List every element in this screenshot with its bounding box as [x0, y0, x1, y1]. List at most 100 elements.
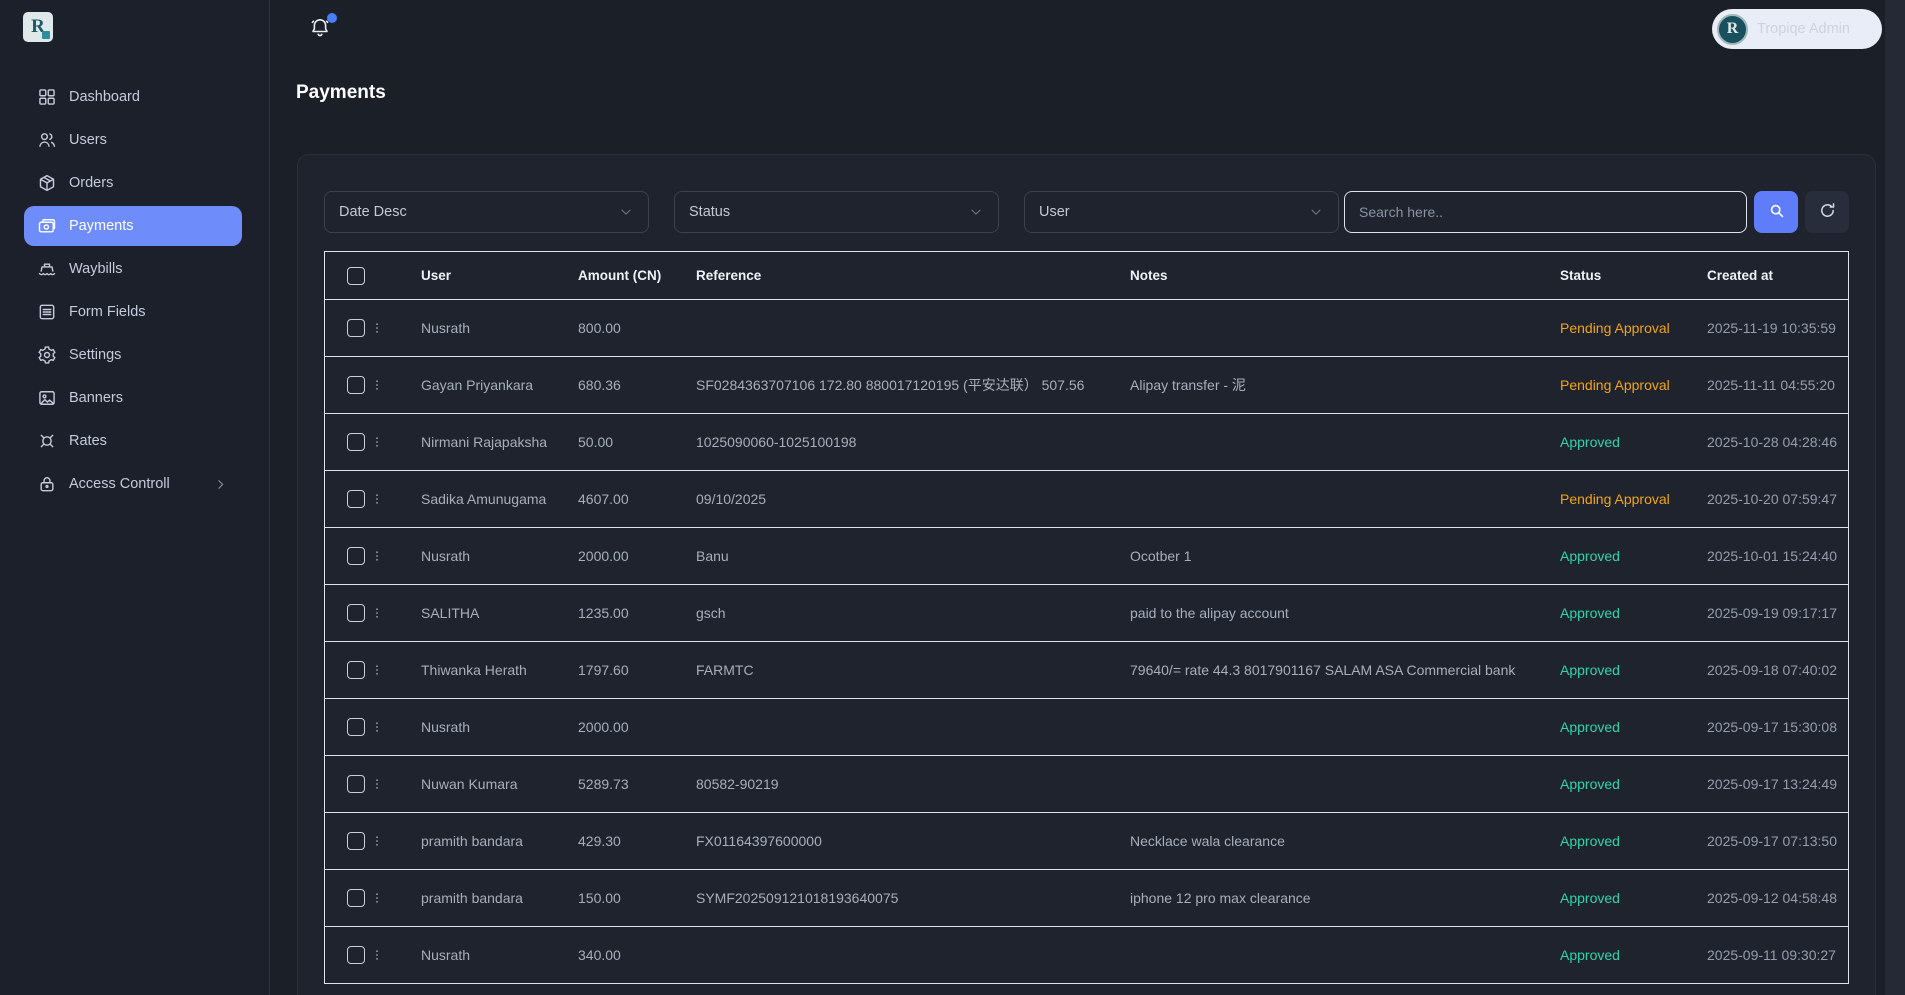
table-row: Nusrath 340.00 Approved 2025-09-11 09:30:27: [325, 927, 1848, 984]
row-menu-kebab-icon[interactable]: [370, 489, 384, 509]
cell-status: Pending Approval: [1560, 320, 1707, 336]
row-checkbox[interactable]: [347, 889, 365, 907]
form-icon: [37, 302, 57, 322]
row-menu-kebab-icon[interactable]: [370, 432, 384, 452]
row-checkbox[interactable]: [347, 319, 365, 337]
payments-table: User Amount (CN) Reference Notes Status Creat…: [324, 251, 1849, 984]
row-checkbox[interactable]: [347, 775, 365, 793]
row-menu-kebab-icon[interactable]: [370, 603, 384, 623]
scrollbar[interactable]: [1885, 0, 1905, 995]
chevron-down-icon: [968, 204, 984, 220]
row-menu-kebab-icon[interactable]: [370, 318, 384, 338]
cell-status: Approved: [1560, 605, 1707, 621]
row-checkbox[interactable]: [347, 661, 365, 679]
notifications-button[interactable]: [308, 13, 337, 44]
row-menu-kebab-icon[interactable]: [370, 375, 384, 395]
status-badge: Pending Approval: [1560, 491, 1670, 507]
user-select-value: User: [1039, 204, 1070, 220]
cell-notes: paid to the alipay account: [1130, 605, 1289, 621]
status-badge: Approved: [1560, 890, 1620, 906]
row-checkbox[interactable]: [347, 946, 365, 964]
row-menu-kebab-icon[interactable]: [370, 831, 384, 851]
row-checkbox[interactable]: [347, 547, 365, 565]
table-row: Nusrath 2000.00 Banu Ocotber 1 Approved 2025-…: [325, 528, 1848, 585]
page-title: Payments: [296, 82, 386, 103]
search-input[interactable]: [1344, 191, 1747, 233]
sidebar-item-dashboard[interactable]: Dashboard: [24, 77, 242, 117]
chevron-down-icon: [618, 204, 634, 220]
cell-status: Approved: [1560, 890, 1707, 906]
cell-status: Approved: [1560, 776, 1707, 792]
row-checkbox[interactable]: [347, 604, 365, 622]
row-select-cell: [325, 888, 421, 908]
sidebar-item-payments[interactable]: Payments: [24, 206, 242, 246]
status-badge: Approved: [1560, 662, 1620, 678]
cell-created-at: 2025-11-11 04:55:20: [1707, 377, 1835, 393]
row-checkbox[interactable]: [347, 832, 365, 850]
notification-badge: [327, 13, 337, 23]
admin-profile-button[interactable]: R Tropiqe Admin: [1712, 9, 1882, 49]
cell-created-at: 2025-09-17 07:13:50: [1707, 833, 1837, 849]
row-checkbox[interactable]: [347, 433, 365, 451]
row-checkbox[interactable]: [347, 490, 365, 508]
sidebar-item-label: Settings: [69, 347, 122, 363]
table-row: Nusrath 800.00 Pending Approval 2025-11-19 …: [325, 300, 1848, 357]
sidebar-item-settings[interactable]: Settings: [24, 335, 242, 375]
sidebar-item-label: Banners: [69, 390, 124, 406]
sidebar-item-waybills[interactable]: Waybills: [24, 249, 242, 289]
row-select-cell: [325, 318, 421, 338]
row-checkbox[interactable]: [347, 718, 365, 736]
sidebar-item-label: Orders: [69, 175, 114, 191]
sidebar: R Dashboard Users Orders Payments Waybills Fo…: [0, 0, 270, 995]
cell-user: pramith bandara: [421, 890, 523, 906]
row-menu-kebab-icon[interactable]: [370, 546, 384, 566]
table-row: Gayan Priyankara 680.36 SF0284363707106 17…: [325, 357, 1848, 414]
sidebar-item-form-fields[interactable]: Form Fields: [24, 292, 242, 332]
refresh-button[interactable]: [1805, 191, 1849, 233]
row-menu-kebab-icon[interactable]: [370, 888, 384, 908]
cell-user: Gayan Priyankara: [421, 377, 534, 393]
row-select-cell: [325, 774, 421, 794]
cell-reference: Banu: [696, 548, 729, 564]
cell-created-at: 2025-09-11 09:30:27: [1707, 947, 1836, 963]
column-header: Notes: [1130, 268, 1168, 283]
status-badge: Approved: [1560, 719, 1620, 735]
row-menu-kebab-icon[interactable]: [370, 774, 384, 794]
cell-user: Sadika Amunugama: [421, 491, 547, 507]
cell-user: Nirmani Rajapaksha: [421, 434, 548, 450]
cell-amount: 680.36: [578, 377, 621, 393]
row-menu-kebab-icon[interactable]: [370, 717, 384, 737]
cell-status: Pending Approval: [1560, 377, 1707, 393]
select-all-checkbox[interactable]: [347, 266, 365, 285]
row-select-cell: [325, 375, 421, 395]
sidebar-item-label: Rates: [69, 433, 107, 449]
sidebar-item-access-controll[interactable]: Access Controll: [24, 464, 242, 504]
admin-avatar: R: [1717, 13, 1748, 45]
sidebar-item-orders[interactable]: Orders: [24, 163, 242, 203]
sidebar-item-banners[interactable]: Banners: [24, 378, 242, 418]
payments-icon: [37, 216, 57, 236]
cell-amount: 340.00: [578, 947, 621, 963]
sidebar-item-users[interactable]: Users: [24, 120, 242, 160]
user-select[interactable]: User: [1024, 191, 1339, 233]
image-icon: [37, 388, 57, 408]
cell-amount: 1235.00: [578, 605, 629, 621]
sort-select[interactable]: Date Desc: [324, 191, 649, 233]
row-menu-kebab-icon[interactable]: [370, 660, 384, 680]
sidebar-item-rates[interactable]: Rates: [24, 421, 242, 461]
status-select-value: Status: [689, 204, 731, 220]
brand-logo[interactable]: R: [23, 12, 53, 42]
cell-user: Nuwan Kumara: [421, 776, 518, 792]
cell-amount: 150.00: [578, 890, 621, 906]
chevron-right-icon: [213, 477, 228, 492]
row-checkbox[interactable]: [347, 376, 365, 394]
cell-reference: FARMTC: [696, 662, 754, 678]
cell-created-at: 2025-09-17 15:30:08: [1707, 719, 1837, 735]
cell-status: Approved: [1560, 833, 1707, 849]
cell-amount: 2000.00: [578, 719, 629, 735]
row-menu-kebab-icon[interactable]: [370, 945, 384, 965]
table-body: Nusrath 800.00 Pending Approval 2025-11-19 …: [325, 300, 1848, 984]
search-button[interactable]: [1754, 191, 1798, 233]
sort-select-value: Date Desc: [339, 204, 407, 220]
status-select[interactable]: Status: [674, 191, 999, 233]
